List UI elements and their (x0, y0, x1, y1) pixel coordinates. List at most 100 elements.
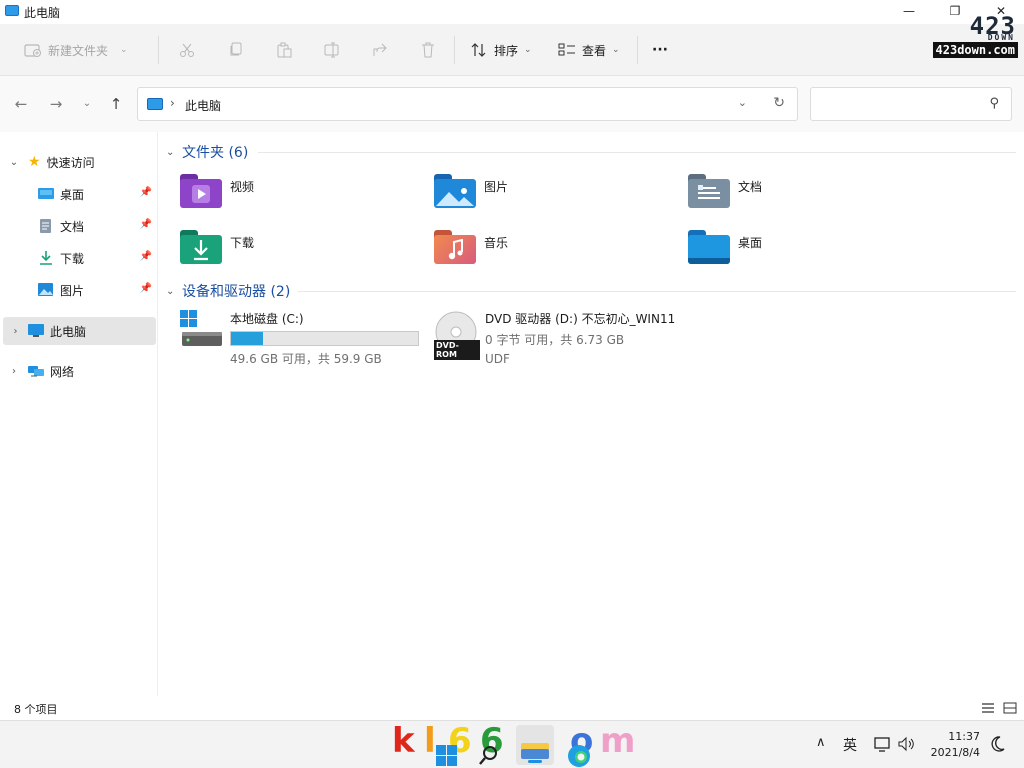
sidebar-item-label: 快速访问 (46, 155, 95, 170)
sidebar-item-pictures[interactable]: 图片 📌 (0, 276, 158, 304)
up-arrow-icon[interactable]: ↑ (106, 94, 126, 114)
folder-documents[interactable]: 文档 (688, 174, 762, 216)
recent-locations-chevron-icon[interactable]: ⌄ (77, 94, 97, 114)
sidebar-item-this-pc[interactable]: › 此电脑 (3, 317, 156, 345)
focus-assist-moon-icon[interactable] (988, 735, 1006, 753)
system-clock[interactable]: 11:37 2021/8/4 (931, 729, 980, 761)
sidebar-item-label: 文档 (60, 219, 85, 234)
folder-name: 音乐 (484, 236, 509, 250)
folders-group-header[interactable]: ⌄ 文件夹 (6) (166, 141, 248, 163)
tiles-view-icon[interactable] (1002, 700, 1018, 716)
search-box[interactable]: ⚲ (810, 87, 1012, 121)
paste-icon[interactable] (276, 42, 292, 58)
separator (454, 36, 455, 64)
sidebar-item-desktop[interactable]: 桌面 📌 (0, 180, 158, 208)
file-explorer-taskbar-button[interactable] (516, 725, 554, 765)
drive-d[interactable]: DVD-ROM DVD 驱动器 (D:) 不忘初心_WIN11 0 字节 可用，… (434, 310, 675, 366)
view-icon (558, 43, 575, 56)
copy-icon[interactable] (228, 42, 244, 58)
command-bar: 新建文件夹 ⌄ 排序 ⌄ 查看 ⌄ ··· (0, 24, 1024, 76)
cut-icon[interactable] (179, 42, 195, 58)
dvd-drive-icon: DVD-ROM (434, 310, 480, 360)
folder-name: 桌面 (738, 236, 763, 250)
separator (158, 36, 159, 64)
view-button[interactable]: 查看 ⌄ (558, 38, 620, 62)
search-taskbar-icon[interactable] (478, 745, 498, 767)
navigation-pane: ⌄ ★ 快速访问 桌面 📌 文档 📌 下载 📌 图片 📌 › 此电脑 › 网络 (0, 132, 158, 696)
pin-icon: 📌 (139, 283, 152, 294)
item-count: 8 个项目 (14, 703, 58, 716)
sidebar-item-label: 下载 (60, 251, 85, 266)
pin-icon: 📌 (139, 251, 152, 262)
clock-time: 11:37 (948, 730, 980, 743)
input-method-indicator[interactable]: 英 (843, 735, 857, 755)
folder-name: 图片 (484, 180, 509, 194)
site-logo: 423 DOWN 423down.com (916, 12, 1018, 62)
breadcrumb-chevron-icon[interactable]: › (170, 96, 175, 110)
status-bar: 8 个项目 (0, 696, 1024, 720)
start-button-icon[interactable] (436, 745, 458, 767)
more-options-button[interactable]: ··· (652, 38, 668, 62)
group-title: 设备和驱动器 (2) (182, 284, 291, 300)
chevron-down-icon: ⌄ (612, 45, 620, 55)
edge-browser-icon[interactable] (566, 743, 592, 768)
pin-icon: 📌 (139, 219, 152, 230)
collapse-chevron-icon[interactable]: ⌄ (166, 286, 182, 297)
taskbar: k l 6 6 .c o m ∧ 英 11:37 2021/8/4 (0, 720, 1024, 768)
navigation-row: ← → ⌄ ↑ › 此电脑 ⌄ ↻ ⚲ (0, 76, 1024, 132)
refresh-icon[interactable]: ↻ (773, 95, 785, 111)
folder-desktop[interactable]: 桌面 (688, 230, 762, 272)
volume-icon[interactable] (898, 736, 916, 752)
active-indicator (528, 760, 542, 763)
desktop-icon (38, 187, 54, 201)
rename-icon[interactable] (324, 42, 340, 58)
sort-button[interactable]: 排序 ⌄ (470, 38, 532, 62)
sidebar-item-network[interactable]: › 网络 (0, 357, 158, 385)
desktop-folder-icon (688, 230, 730, 264)
share-icon[interactable] (372, 42, 388, 58)
videos-folder-icon (180, 174, 222, 208)
folder-videos[interactable]: 视频 (180, 174, 254, 216)
delete-icon[interactable] (420, 42, 436, 58)
computer-icon (147, 98, 163, 110)
collapse-chevron-icon[interactable]: ⌄ (166, 147, 182, 158)
address-dropdown-icon[interactable]: ⌄ (738, 96, 747, 109)
expand-chevron-icon[interactable]: ⌄ (0, 157, 28, 168)
devices-group-header[interactable]: ⌄ 设备和驱动器 (2) (166, 280, 290, 302)
drive-name: 本地磁盘 (C:) (230, 312, 304, 326)
drive-usage-bar (230, 331, 419, 346)
sidebar-item-label: 网络 (50, 364, 75, 379)
dvd-badge: DVD-ROM (434, 340, 480, 360)
sidebar-item-label: 此电脑 (50, 324, 87, 339)
sidebar-item-quick-access[interactable]: ⌄ ★ 快速访问 (0, 148, 158, 176)
breadcrumb-this-pc[interactable]: 此电脑 (185, 97, 221, 114)
sidebar-item-label: 图片 (60, 283, 85, 298)
folder-pictures[interactable]: 图片 (434, 174, 508, 216)
drive-name: DVD 驱动器 (D:) 不忘初心_WIN11 (485, 312, 676, 326)
sort-label: 排序 (494, 43, 519, 58)
window-title: 此电脑 (24, 6, 61, 20)
sidebar-item-downloads[interactable]: 下载 📌 (0, 244, 158, 272)
computer-icon (28, 324, 44, 338)
expand-chevron-icon[interactable]: › (0, 366, 28, 377)
search-icon: ⚲ (989, 96, 999, 111)
forward-arrow-icon[interactable]: → (46, 94, 66, 114)
network-status-icon[interactable] (874, 736, 892, 752)
content-pane: ⌄ 文件夹 (6) 视频 图片 文档 下载 音乐 桌面 ⌄ 设备和驱动器 (2)… (158, 132, 1024, 696)
sidebar-item-documents[interactable]: 文档 📌 (0, 212, 158, 240)
group-divider (298, 291, 1016, 292)
folder-music[interactable]: 音乐 (434, 230, 508, 272)
details-view-icon[interactable] (980, 700, 996, 716)
pin-icon: 📌 (139, 187, 152, 198)
chevron-down-icon: ⌄ (120, 45, 128, 55)
back-arrow-icon[interactable]: ← (11, 94, 31, 114)
clock-date: 2021/8/4 (930, 746, 980, 759)
folder-downloads[interactable]: 下载 (180, 230, 254, 272)
new-folder-button[interactable]: 新建文件夹 ⌄ (24, 38, 128, 62)
address-bar[interactable]: › 此电脑 ⌄ ↻ (137, 87, 798, 121)
expand-chevron-icon[interactable]: › (3, 326, 28, 337)
drive-space: 0 字节 可用，共 6.73 GB (485, 333, 625, 347)
show-hidden-icons-chevron-icon[interactable]: ∧ (816, 735, 826, 750)
sort-icon (471, 43, 486, 57)
drive-c[interactable]: 本地磁盘 (C:) 49.6 GB 可用，共 59.9 GB (180, 310, 419, 367)
